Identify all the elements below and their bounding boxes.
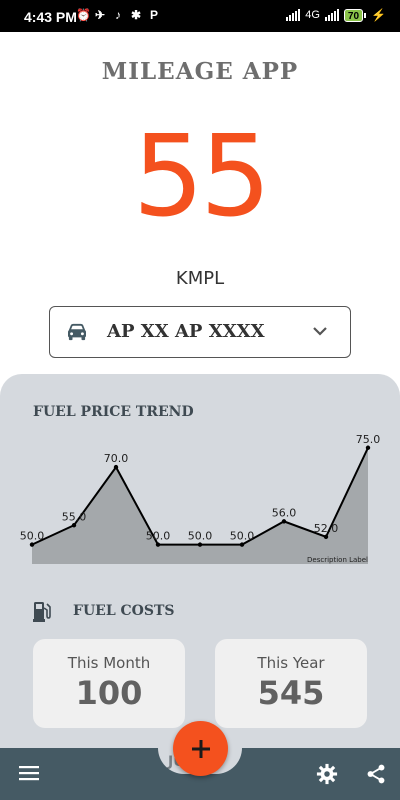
plus-icon <box>191 739 210 758</box>
battery-icon: 70 <box>343 8 367 22</box>
alarm-icon: ⏰ <box>76 8 91 22</box>
mileage-value: 55 <box>132 112 272 242</box>
add-fuel-button[interactable] <box>173 721 228 776</box>
vehicle-dropdown[interactable]: AP XX AP XXXX <box>49 306 351 358</box>
chart-point <box>113 464 119 470</box>
chart-description-label: Description Label <box>307 556 368 564</box>
charging-icon: ⚡ <box>371 8 386 22</box>
this-year-value: 545 <box>257 674 325 712</box>
chart-value-label: 52.0 <box>314 522 339 535</box>
menu-icon[interactable] <box>19 765 39 781</box>
chart-point <box>155 542 161 547</box>
telegram-icon: ✈ <box>94 8 106 22</box>
fuel-costs-title: FUEL COSTS <box>73 603 175 619</box>
gear-icon[interactable] <box>316 763 338 785</box>
chart-value-label: 50.0 <box>188 530 213 543</box>
chart-value-label: 50.0 <box>230 530 255 543</box>
chart-point <box>365 445 371 450</box>
this-year-card: This Year 545 <box>215 639 367 728</box>
tiktok-icon: ♪ <box>115 8 121 22</box>
mileage-unit: KMPL <box>175 268 225 289</box>
this-year-label: This Year <box>257 654 325 672</box>
chart-value-label: 50.0 <box>146 530 171 543</box>
this-month-card: This Month 100 <box>33 639 185 728</box>
status-indicators: 4G 70 ⚡ <box>286 8 386 22</box>
this-month-label: This Month <box>67 654 151 672</box>
chart-value-label: 55.0 <box>62 510 87 523</box>
status-time: 4:43 PM <box>24 9 77 25</box>
car-icon <box>68 323 86 341</box>
chart-value-label: 70.0 <box>104 452 129 465</box>
signal-icon <box>286 9 301 21</box>
chevron-down-icon <box>313 327 327 336</box>
chart-value-label: 75.0 <box>356 433 381 446</box>
battery-level: 70 <box>343 8 364 22</box>
this-month-value: 100 <box>75 674 143 712</box>
fuel-costs-header: FUEL COSTS <box>33 600 175 622</box>
chart-point <box>197 542 203 547</box>
paytm-icon: P <box>149 8 158 22</box>
fuel-price-trend-title: FUEL PRICE TREND <box>33 404 194 420</box>
chart-point <box>239 542 245 547</box>
chart-point <box>29 542 35 547</box>
share-icon[interactable] <box>365 763 387 785</box>
fuel-price-chart: 50.0 55.0 70.0 50.0 50.0 50.0 56.0 52.0 75.0 Des… <box>20 433 381 564</box>
chart-point <box>71 523 77 528</box>
app-notification-icon: ✱ <box>130 8 142 22</box>
signal-icon-2 <box>324 9 339 21</box>
status-bar: 4:43 PM ⏰ ✈ ♪ ✱ P 4G 70 ⚡ <box>0 0 400 32</box>
chart-value-label: 56.0 <box>272 506 297 519</box>
vehicle-selected-value: AP XX AP XXXX <box>107 321 265 342</box>
fuel-pump-icon <box>33 602 51 622</box>
network-type: 4G <box>305 9 320 21</box>
status-notification-icons: ⏰ ✈ ♪ ✱ P <box>76 8 160 22</box>
chart-point <box>281 519 287 524</box>
app-title: MILEAGE APP <box>101 58 299 85</box>
chart-value-label: 50.0 <box>20 530 45 543</box>
chart-point <box>323 534 329 540</box>
